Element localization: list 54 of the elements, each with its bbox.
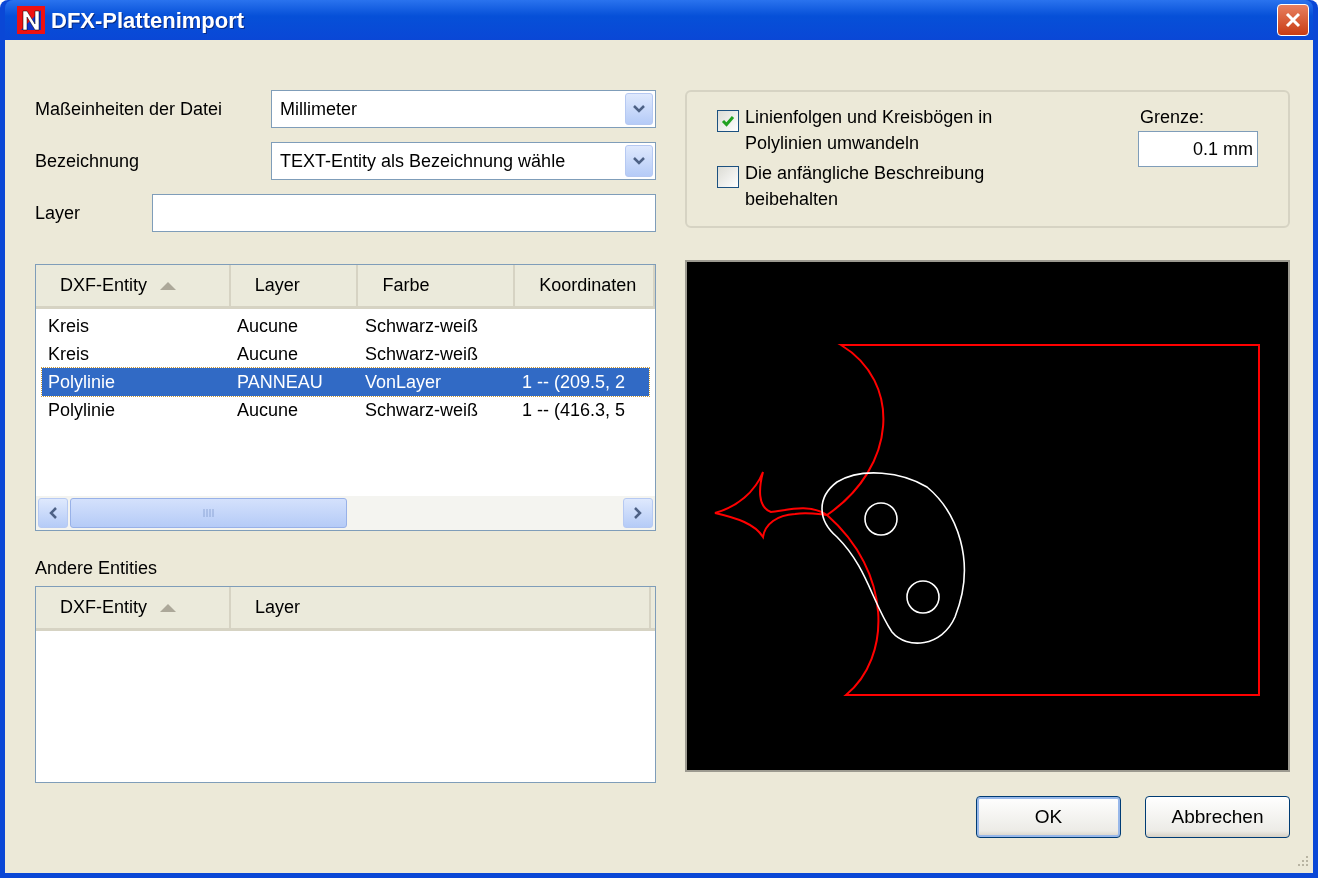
list-row[interactable]: Kreis Aucune Schwarz-weiß xyxy=(42,340,649,368)
close-icon xyxy=(1284,11,1302,29)
table-cell-text: PANNEAU xyxy=(236,370,324,394)
dialog-button[interactable]: Abbrechen xyxy=(1145,796,1290,838)
table-cell-text: VonLayer xyxy=(364,370,443,394)
field-label: Maßeinheiten der Datei xyxy=(35,97,224,121)
list-row[interactable]: Kreis Aucune Schwarz-weiß xyxy=(42,312,649,340)
limit-label: Grenze: xyxy=(1140,106,1206,129)
chevron-left-icon xyxy=(48,506,58,520)
column-header[interactable]: DXF-Entity xyxy=(36,587,231,628)
table-cell-text: Schwarz-weiß xyxy=(364,398,480,422)
resize-grip-icon[interactable] xyxy=(1295,855,1309,869)
table-cell-text: 1 -- (209.5, 2 xyxy=(521,370,626,394)
sort-up-icon xyxy=(159,280,177,291)
dropdown[interactable]: Millimeter xyxy=(271,90,656,128)
column-header[interactable]: DXF-Entity xyxy=(36,265,231,306)
scroll-left-button[interactable] xyxy=(38,498,68,528)
app-logo-icon xyxy=(17,6,45,34)
checkbox-label: Die anfängliche Beschreibung beibehalten xyxy=(745,162,986,211)
list-row[interactable]: Polylinie Aucune Schwarz-weiß 1 -- (416.3, 5 xyxy=(42,396,649,424)
table-cell-text: Schwarz-weiß xyxy=(364,342,480,366)
column-header[interactable]: Layer xyxy=(231,587,651,628)
table-cell-text: Polylinie xyxy=(47,398,117,422)
field-label: Layer xyxy=(35,201,82,225)
table-cell-text: Kreis xyxy=(47,342,90,366)
text-field[interactable] xyxy=(152,194,656,232)
table-cell-text: Aucune xyxy=(236,398,300,422)
scroll-right-button[interactable] xyxy=(623,498,653,528)
chevron-down-icon xyxy=(632,156,646,166)
table-cell-text: 1 -- (416.3, 5 xyxy=(521,398,626,422)
column-header[interactable]: Koordinaten xyxy=(515,265,655,306)
table-cell-text: Kreis xyxy=(47,314,90,338)
chevron-down-icon xyxy=(632,104,646,114)
close-button[interactable] xyxy=(1277,4,1309,36)
table-cell-text: Schwarz-weiß xyxy=(364,314,480,338)
list-label: Andere Entities xyxy=(35,558,158,578)
dialog-button[interactable]: OK xyxy=(976,796,1121,838)
chevron-right-icon xyxy=(633,506,643,520)
column-header[interactable]: Farbe xyxy=(358,265,516,306)
checkmark-icon xyxy=(721,115,735,127)
window-title: DFX-Plattenimport xyxy=(51,6,245,35)
checkbox[interactable] xyxy=(717,110,739,132)
scroll-thumb[interactable] xyxy=(70,498,347,528)
sort-up-icon xyxy=(159,602,177,613)
dropdown[interactable]: TEXT-Entity als Bezeichnung wähle xyxy=(271,142,656,180)
checkbox-label: Linienfolgen und Kreisbögen in Polylinien umwandeln xyxy=(745,106,994,155)
column-header[interactable]: Layer xyxy=(230,265,359,306)
list-row[interactable]: Polylinie PANNEAU VonLayer 1 -- (209.5, 2 xyxy=(42,368,649,396)
table-cell-text: Aucune xyxy=(236,342,300,366)
table-cell-text: Aucune xyxy=(236,314,300,338)
checkbox[interactable] xyxy=(717,166,739,188)
table-cell-text: Polylinie xyxy=(47,370,117,394)
field-label: Bezeichnung xyxy=(35,149,141,173)
limit-field[interactable]: 0.1 mm xyxy=(1138,131,1258,167)
